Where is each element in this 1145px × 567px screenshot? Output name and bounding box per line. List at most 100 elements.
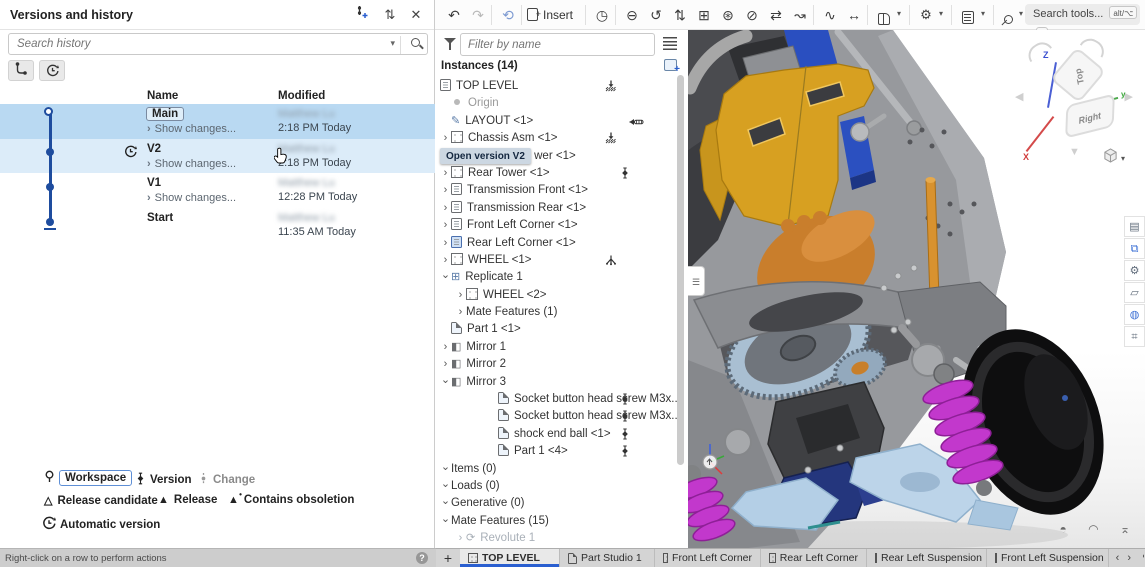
tab-rear-left-suspension[interactable]: Rear Left Suspension <box>867 549 987 567</box>
mates-panel-icon[interactable]: ⚙ <box>1124 260 1145 281</box>
chevron-right-icon[interactable]: › <box>440 217 451 234</box>
chevron-right-icon[interactable]: › <box>440 200 451 217</box>
search-history-input[interactable] <box>17 35 377 53</box>
pin-slot-mate-icon[interactable]: ⊘ <box>741 4 763 26</box>
chevron-right-icon[interactable]: › <box>455 530 466 547</box>
chevron-right-icon[interactable]: › <box>440 165 451 182</box>
named-views-panel-icon[interactable]: ⌗ <box>1124 326 1145 347</box>
revolute-mate-icon[interactable]: ↺ <box>645 4 667 26</box>
chevron-down-icon[interactable]: ⌄ <box>440 459 451 476</box>
ball-mate-icon[interactable]: ⊛ <box>717 4 739 26</box>
rotate-tool-icon[interactable]: ⟲ <box>497 4 519 26</box>
tab-top-level[interactable]: TOP LEVEL <box>460 549 560 567</box>
tree-group-items[interactable]: ⌄Items (0) <box>435 461 675 478</box>
chevron-down-icon[interactable]: ⌄ <box>440 372 451 389</box>
insert-instance-icon[interactable] <box>664 59 677 71</box>
tree-item-transmission-rear[interactable]: ›Transmission Rear <1> <box>435 200 675 217</box>
tree-item-top-level[interactable]: TOP LEVEL <box>435 78 675 95</box>
appearance-panel-icon[interactable]: ◍ <box>1124 304 1145 325</box>
tree-item-wheel-1[interactable]: ›WHEEL <1> <box>435 252 675 269</box>
rotate-left-arrow[interactable]: ◀ <box>1015 90 1023 103</box>
display-states-icon[interactable] <box>957 4 979 26</box>
tree-group-generative[interactable]: ⌄Generative (0) <box>435 495 675 512</box>
chevron-down-icon[interactable]: ⌄ <box>440 511 451 528</box>
tree-item-wheel-2[interactable]: ›WHEEL <2> <box>435 287 675 304</box>
tree-item-transmission-front[interactable]: ›Transmission Front <1> <box>435 182 675 199</box>
chevron-down-icon[interactable]: ▾ <box>981 9 985 18</box>
tree-item-rear-tower[interactable]: ›Rear Tower <1> <box>435 165 675 182</box>
version-row-v1[interactable]: V1 ›Show changes... Matthew Lu 12:28 PM … <box>0 173 435 208</box>
tree-item-revolute-1[interactable]: ›⟳Revolute 1 <box>435 530 675 547</box>
tree-group-loads[interactable]: ⌄Loads (0) <box>435 478 675 495</box>
mirror-tool-icon[interactable] <box>873 4 895 26</box>
chevron-right-icon[interactable]: › <box>440 235 451 252</box>
measure-icon[interactable]: ⌅ <box>1120 522 1139 536</box>
pattern-tools-icon[interactable]: ⚙ <box>915 4 937 26</box>
tree-item-part-1-4[interactable]: Part 1 <4> <box>435 443 675 460</box>
tree-item-layout[interactable]: ✎LAYOUT <1> <box>435 113 675 130</box>
named-positions-icon[interactable]: ◷ <box>591 4 613 26</box>
tree-item-chassis-asm[interactable]: ›Chassis Asm <1> <box>435 130 675 147</box>
tree-group-mate-features[interactable]: ⌄Mate Features (15) <box>435 513 675 530</box>
version-row-main[interactable]: Main ›Show changes... Matthew Lu 2:18 PM… <box>0 104 435 139</box>
chevron-down-icon[interactable]: ▾ <box>939 9 943 18</box>
show-changes-link[interactable]: ›Show changes... <box>147 123 236 135</box>
tree-item-front-left-corner[interactable]: ›Front Left Corner <1> <box>435 217 675 234</box>
parts-panel-icon[interactable]: ⧉ <box>1124 238 1145 259</box>
rotate-down-arrow[interactable]: ▼ <box>1069 146 1080 158</box>
tree-item-rear-left-corner[interactable]: ›Rear Left Corner <1> <box>435 235 675 252</box>
tab-part-studio-1[interactable]: Part Studio 1 <box>560 549 655 567</box>
tab-prev-icon[interactable]: ‹ <box>1116 552 1128 564</box>
planar-mate-icon[interactable]: ⊞ <box>693 4 715 26</box>
compare-versions-icon[interactable]: ⇅ <box>380 5 400 25</box>
analysis-tools-icon[interactable] <box>997 4 1019 26</box>
chevron-down-icon[interactable]: ▾ <box>1019 9 1023 18</box>
tab-next-icon[interactable]: › <box>1127 552 1139 564</box>
redo-button[interactable]: ↷ <box>467 4 489 26</box>
tree-item-mate-features-1[interactable]: ›Mate Features (1) <box>435 304 675 321</box>
insert-button[interactable]: Insert <box>527 4 573 26</box>
tree-item-replicate-1[interactable]: ⌄⊞Replicate 1 <box>435 269 675 286</box>
slider-mate-icon[interactable]: ⇅ <box>669 4 691 26</box>
show-changes-link[interactable]: ›Show changes... <box>147 158 236 170</box>
tree-item-screw-1[interactable]: Socket button head screw M3x... <box>435 391 675 408</box>
tree-item-screw-2[interactable]: Socket button head screw M3x... <box>435 408 675 425</box>
chevron-right-icon[interactable]: › <box>440 182 451 199</box>
chevron-down-icon[interactable]: ⌄ <box>440 267 451 284</box>
version-row-start[interactable]: Start Matthew Lu 11:35 AM Today <box>0 208 435 243</box>
fastened-mate-icon[interactable]: ⊖ <box>621 4 643 26</box>
chevron-down-icon[interactable]: ▾ <box>897 9 901 18</box>
add-tab-button[interactable]: + <box>436 549 460 567</box>
tree-item-origin[interactable]: Origin <box>435 95 675 112</box>
section-view-icon[interactable]: ◓ <box>1060 522 1076 536</box>
view-cube-right-face[interactable]: Right <box>1065 93 1115 138</box>
undo-button[interactable]: ↶ <box>443 4 465 26</box>
workspace-node[interactable] <box>44 107 53 116</box>
snap-mode-icon[interactable]: ∿ <box>819 4 841 26</box>
chevron-right-icon[interactable]: › <box>440 339 451 356</box>
search-tools-box[interactable]: Search tools... alt/⌥ c <box>1025 4 1140 25</box>
chevron-down-icon[interactable]: ⌄ <box>440 476 451 493</box>
show-changes-link[interactable]: ›Show changes... <box>147 192 236 204</box>
create-version-icon[interactable] <box>352 5 372 25</box>
help-icon[interactable]: ? <box>416 552 428 564</box>
tab-rear-left-corner[interactable]: Rear Left Corner <box>761 549 867 567</box>
tree-scrollbar[interactable] <box>677 75 684 465</box>
version-row-v2[interactable]: V2 ›Show changes... Matthew Lu 2:18 PM T… <box>0 139 435 174</box>
tangent-mate-icon[interactable]: ↝ <box>789 4 811 26</box>
history-graph-toggle[interactable] <box>8 60 34 81</box>
chevron-right-icon[interactable]: › <box>440 130 451 147</box>
view-cube[interactable]: ◀ ▶ ▼ Top Right Z X y <box>1019 38 1131 166</box>
rotate-right-arrow[interactable]: ▶ <box>1125 90 1133 103</box>
mate-limits-icon[interactable]: ↔ <box>843 4 865 26</box>
filter-by-name-input[interactable] <box>460 33 655 56</box>
chevron-right-icon[interactable]: › <box>455 304 466 321</box>
chevron-down-icon[interactable]: ▾ <box>390 38 395 49</box>
tab-front-left-corner[interactable]: Front Left Corner <box>655 549 761 567</box>
3d-viewport[interactable]: ☰ ◀ ▶ ▼ Top Right Z X y ▾ ▤ ⧉ ⚙ ▱ ◍ ⌗ ◓ … <box>688 30 1145 548</box>
tab-front-left-suspension[interactable]: Front Left Suspension <box>987 549 1109 567</box>
eraser-panel-icon[interactable]: ▱ <box>1124 282 1145 303</box>
tree-item-covered-by-tooltip[interactable]: Open version V2 wer <1> <box>435 148 675 165</box>
tree-item-mirror-2[interactable]: ›◧Mirror 2 <box>435 356 675 373</box>
search-history-box[interactable]: ▾ <box>8 33 428 55</box>
